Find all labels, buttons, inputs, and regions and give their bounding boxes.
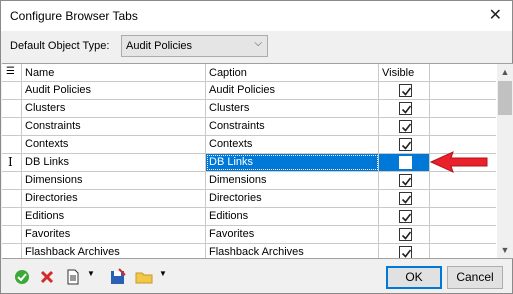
row-indicator[interactable] bbox=[2, 190, 22, 207]
table-row[interactable]: Directories Directories bbox=[2, 190, 496, 208]
visible-checkbox[interactable] bbox=[399, 138, 412, 151]
row-caption-cell[interactable]: Contexts bbox=[206, 136, 379, 153]
column-header-caption[interactable]: Caption bbox=[206, 64, 379, 82]
row-indicator[interactable] bbox=[2, 82, 22, 99]
row-visible-cell[interactable] bbox=[379, 154, 430, 171]
default-object-type-label: Default Object Type: bbox=[10, 40, 110, 52]
visible-checkbox[interactable] bbox=[399, 246, 412, 258]
row-filler bbox=[430, 100, 496, 117]
row-indicator[interactable] bbox=[2, 172, 22, 189]
row-caption-cell[interactable]: Flashback Archives bbox=[206, 244, 379, 258]
column-header-visible[interactable]: Visible bbox=[379, 64, 430, 82]
title-bar: Configure Browser Tabs ✕ bbox=[1, 1, 512, 31]
document-icon[interactable] bbox=[65, 267, 81, 287]
table-row[interactable]: Clusters Clusters bbox=[2, 100, 496, 118]
visible-checkbox[interactable] bbox=[399, 156, 412, 169]
visible-checkbox[interactable] bbox=[399, 210, 412, 223]
visible-checkbox[interactable] bbox=[399, 228, 412, 241]
row-name-cell[interactable]: Flashback Archives bbox=[22, 244, 206, 258]
row-caption-cell[interactable]: Constraints bbox=[206, 118, 379, 135]
table-row[interactable]: Editions Editions bbox=[2, 208, 496, 226]
close-icon[interactable]: ✕ bbox=[489, 5, 502, 25]
red-x-icon[interactable] bbox=[39, 267, 55, 287]
red-arrow-annotation-icon bbox=[429, 151, 488, 173]
row-indicator[interactable]: I bbox=[2, 154, 22, 171]
visible-checkbox[interactable] bbox=[399, 84, 412, 97]
row-caption-cell[interactable]: Clusters bbox=[206, 100, 379, 117]
row-indicator[interactable] bbox=[2, 244, 22, 258]
chevron-down-icon: ⌵ bbox=[254, 38, 262, 49]
visible-checkbox[interactable] bbox=[399, 174, 412, 187]
row-indicator[interactable] bbox=[2, 136, 22, 153]
table-row[interactable]: Audit Policies Audit Policies bbox=[2, 82, 496, 100]
row-visible-cell[interactable] bbox=[379, 190, 430, 207]
row-caption-cell[interactable]: Favorites bbox=[206, 226, 379, 243]
row-name-cell[interactable]: Dimensions bbox=[22, 172, 206, 189]
grid-header: ☰ Name Caption Visible bbox=[2, 64, 496, 82]
column-chooser-icon[interactable]: ☰ bbox=[2, 64, 22, 82]
row-name-cell[interactable]: Clusters bbox=[22, 100, 206, 117]
row-visible-cell[interactable] bbox=[379, 136, 430, 153]
row-indicator[interactable] bbox=[2, 226, 22, 243]
default-object-type-value: Audit Policies bbox=[126, 40, 193, 52]
row-filler bbox=[430, 118, 496, 135]
row-caption-cell[interactable]: Audit Policies bbox=[206, 82, 379, 99]
row-name-cell[interactable]: Favorites bbox=[22, 226, 206, 243]
row-indicator[interactable] bbox=[2, 100, 22, 117]
text-cursor-icon: I bbox=[8, 155, 13, 169]
dropdown-icon[interactable]: ▼ bbox=[87, 269, 95, 289]
row-visible-cell[interactable] bbox=[379, 82, 430, 99]
row-visible-cell[interactable] bbox=[379, 208, 430, 225]
row-name-cell[interactable]: Audit Policies bbox=[22, 82, 206, 99]
table-row[interactable]: Dimensions Dimensions bbox=[2, 172, 496, 190]
scroll-down-icon[interactable]: ▼ bbox=[497, 242, 513, 258]
table-row[interactable]: I DB Links DB Links bbox=[2, 154, 496, 172]
row-visible-cell[interactable] bbox=[379, 244, 430, 258]
row-name-cell[interactable]: DB Links bbox=[22, 154, 206, 171]
row-name-cell[interactable]: Editions bbox=[22, 208, 206, 225]
configure-browser-tabs-dialog: Configure Browser Tabs ✕ Default Object … bbox=[0, 0, 513, 294]
table-row[interactable]: Contexts Contexts bbox=[2, 136, 496, 154]
dialog-title: Configure Browser Tabs bbox=[10, 9, 138, 23]
table-row[interactable]: Flashback Archives Flashback Archives bbox=[2, 244, 496, 258]
column-header-name[interactable]: Name bbox=[22, 64, 206, 82]
visible-checkbox[interactable] bbox=[399, 102, 412, 115]
row-visible-cell[interactable] bbox=[379, 226, 430, 243]
vertical-scrollbar[interactable]: ▲ ▼ bbox=[497, 64, 513, 258]
folder-icon[interactable] bbox=[135, 267, 155, 287]
row-visible-cell[interactable] bbox=[379, 118, 430, 135]
check-circle-icon[interactable] bbox=[13, 267, 31, 287]
scroll-up-icon[interactable]: ▲ bbox=[497, 64, 513, 80]
save-icon[interactable] bbox=[109, 267, 127, 287]
row-indicator[interactable] bbox=[2, 208, 22, 225]
visible-checkbox[interactable] bbox=[399, 192, 412, 205]
row-visible-cell[interactable] bbox=[379, 100, 430, 117]
cancel-button[interactable]: Cancel bbox=[447, 266, 503, 289]
ok-button[interactable]: OK bbox=[386, 266, 442, 289]
default-object-type-select[interactable]: Audit Policies ⌵ bbox=[121, 35, 268, 57]
row-name-cell[interactable]: Contexts bbox=[22, 136, 206, 153]
row-filler bbox=[430, 226, 496, 243]
table-row[interactable]: Constraints Constraints bbox=[2, 118, 496, 136]
row-filler bbox=[430, 244, 496, 258]
grid-rows: Audit Policies Audit Policies Clusters Clus… bbox=[2, 82, 496, 258]
dropdown-icon[interactable]: ▼ bbox=[159, 269, 167, 289]
row-caption-cell[interactable]: Editions bbox=[206, 208, 379, 225]
row-indicator[interactable] bbox=[2, 118, 22, 135]
row-caption-cell[interactable]: Dimensions bbox=[206, 172, 379, 189]
visible-checkbox[interactable] bbox=[399, 120, 412, 133]
row-caption-cell[interactable]: Directories bbox=[206, 190, 379, 207]
row-filler bbox=[430, 82, 496, 99]
row-name-cell[interactable]: Directories bbox=[22, 190, 206, 207]
row-filler bbox=[430, 190, 496, 207]
scroll-thumb[interactable] bbox=[498, 81, 512, 115]
row-filler bbox=[430, 208, 496, 225]
table-row[interactable]: Favorites Favorites bbox=[2, 226, 496, 244]
row-visible-cell[interactable] bbox=[379, 172, 430, 189]
row-name-cell[interactable]: Constraints bbox=[22, 118, 206, 135]
bottom-toolbar: ▼ ▼ bbox=[1, 263, 301, 291]
row-caption-cell[interactable]: DB Links bbox=[206, 154, 379, 171]
